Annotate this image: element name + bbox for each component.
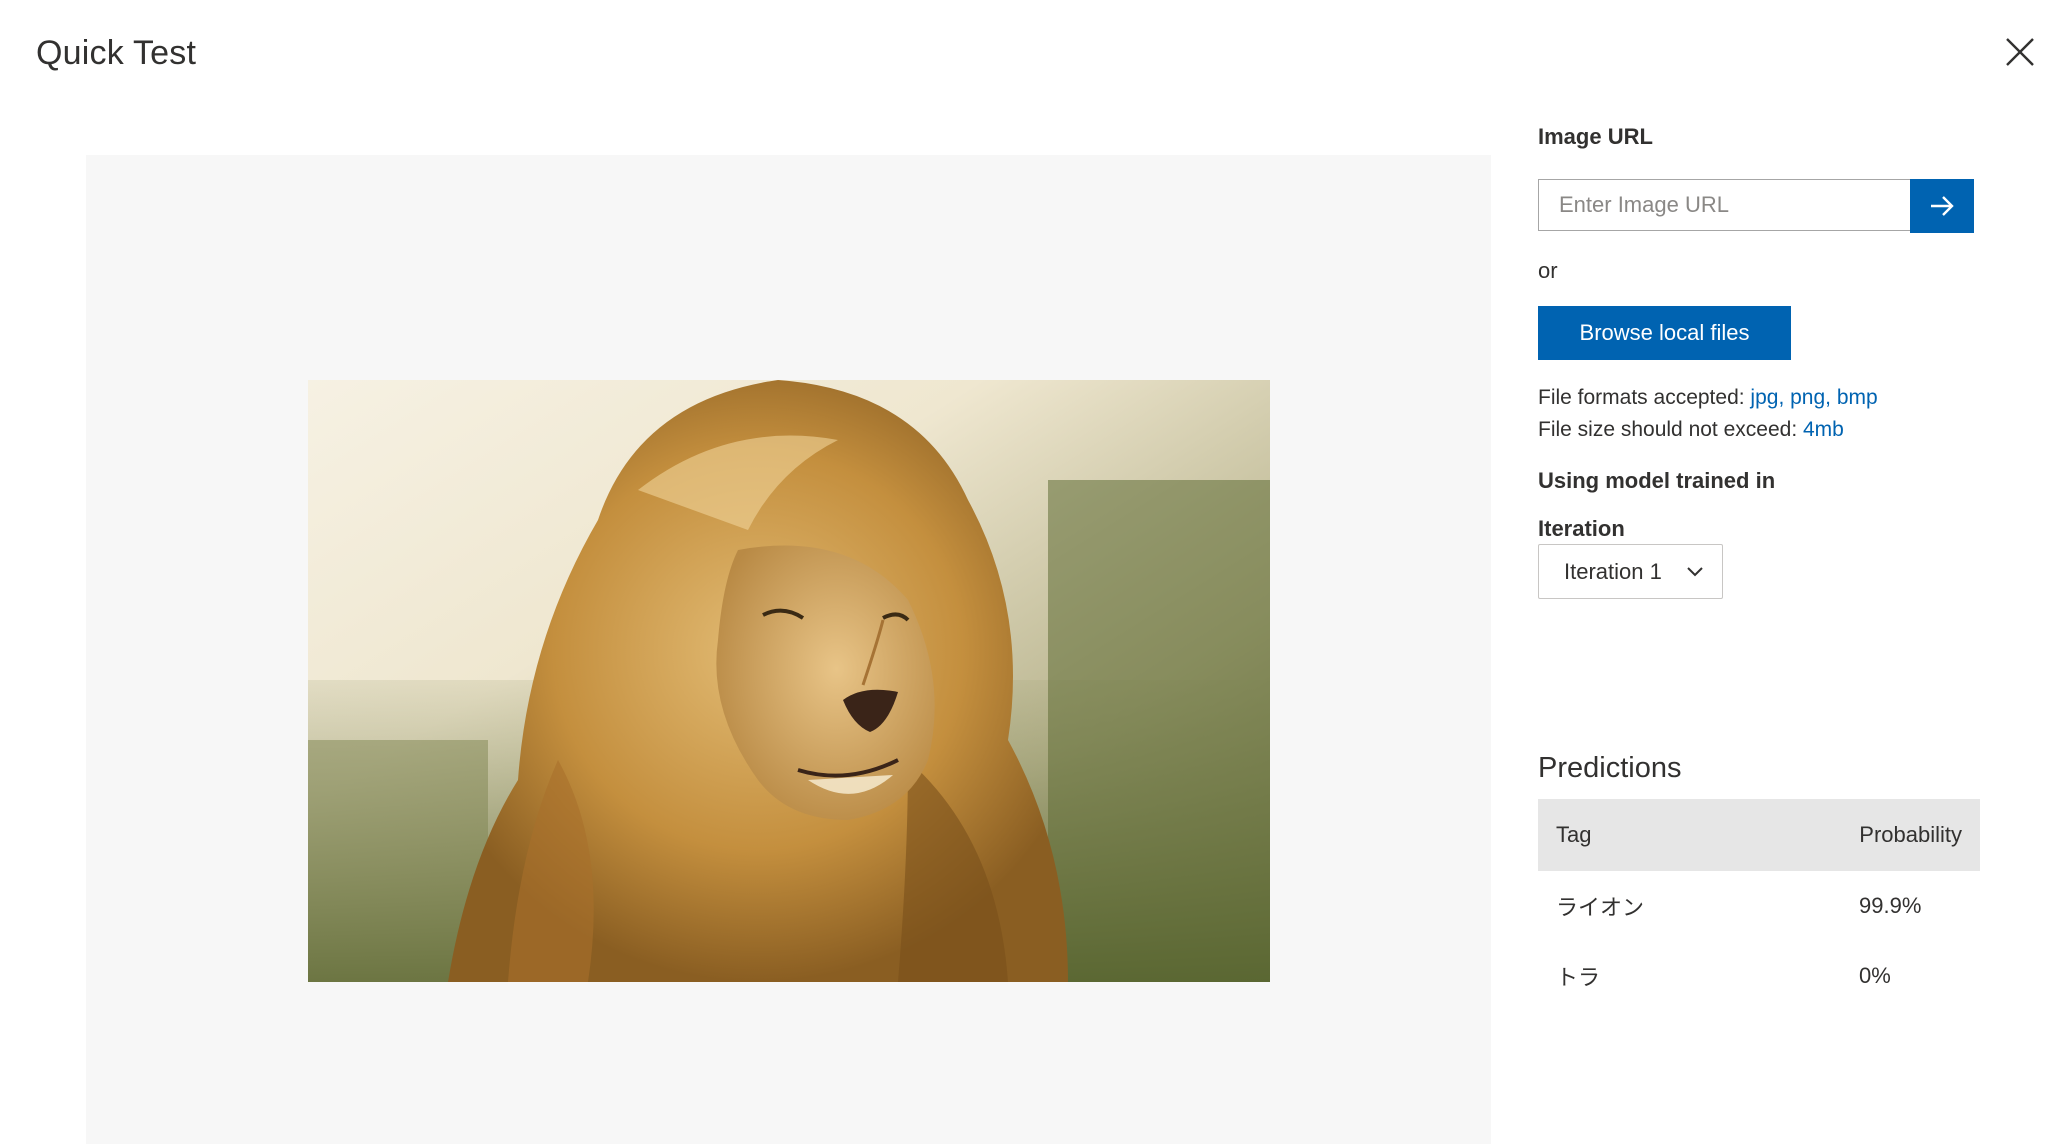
table-row: トラ 0% — [1538, 941, 1980, 1011]
or-separator: or — [1538, 258, 1558, 283]
table-row: ライオン 99.9% — [1538, 871, 1980, 941]
prediction-tag: トラ — [1556, 965, 1601, 990]
image-url-input[interactable] — [1538, 179, 1910, 231]
file-size-value: 4mb — [1802, 418, 1844, 441]
dialog-title: Quick Test — [36, 34, 197, 72]
file-formats-info: File formats accepted: jpg, png, bmp — [1538, 386, 1878, 410]
iteration-selected-value: Iteration 1 — [1564, 558, 1662, 584]
browse-local-files-button[interactable]: Browse local files — [1538, 306, 1791, 360]
column-header-probability: Probability — [1859, 822, 1962, 847]
predictions-table: Tag Probability ライオン 99.9% トラ 0% — [1538, 799, 1980, 1011]
column-header-tag: Tag — [1556, 822, 1592, 847]
close-button[interactable] — [2004, 36, 2036, 68]
image-url-label: Image URL — [1538, 124, 1653, 149]
file-size-info: File size should not exceed: 4mb — [1538, 418, 1844, 442]
iteration-label: Iteration — [1538, 516, 1625, 541]
iteration-dropdown[interactable]: Iteration 1 — [1538, 544, 1723, 599]
predictions-title: Predictions — [1538, 752, 1682, 784]
submit-url-button[interactable] — [1910, 179, 1974, 233]
predictions-header: Tag Probability — [1538, 799, 1980, 871]
image-preview-area — [86, 155, 1491, 1144]
close-icon — [2006, 38, 2034, 66]
prediction-tag: ライオン — [1556, 895, 1645, 920]
chevron-down-icon — [1687, 567, 1703, 577]
prediction-probability: 0% — [1859, 963, 1891, 988]
lion-photo — [308, 380, 1270, 982]
prediction-probability: 99.9% — [1859, 893, 1922, 918]
model-heading: Using model trained in — [1538, 468, 1776, 493]
file-formats-prefix: File formats accepted: — [1538, 386, 1751, 409]
file-size-prefix: File size should not exceed: — [1538, 418, 1803, 441]
file-formats-value: jpg, png, bmp — [1750, 386, 1878, 409]
quick-test-dialog: Quick Test Image URL Enter Image URL or … — [0, 0, 2064, 1144]
arrow-right-icon — [1931, 196, 1954, 216]
